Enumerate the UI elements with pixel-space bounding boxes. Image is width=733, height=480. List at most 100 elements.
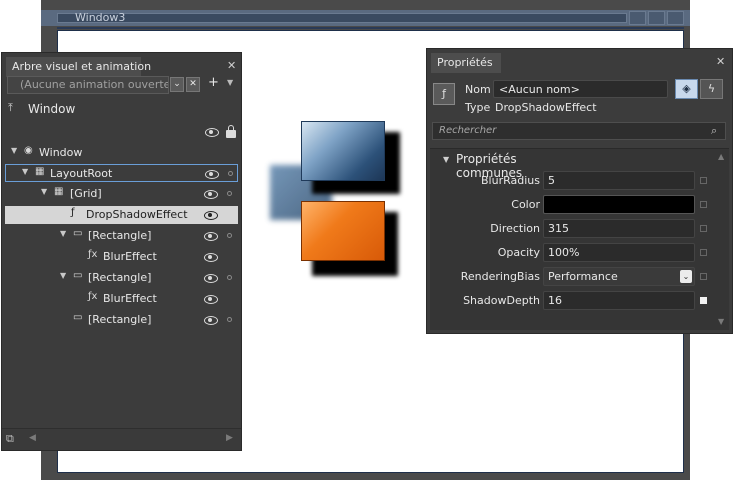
close-animation-button[interactable]: ✕ bbox=[186, 77, 200, 92]
element-type-icon: ƒ bbox=[433, 83, 455, 105]
advanced-options-marker[interactable] bbox=[700, 177, 707, 184]
expand-caret-icon[interactable]: ▼ bbox=[11, 146, 17, 155]
tree-row-blureffect[interactable]: ƒx BlurEffect bbox=[5, 290, 238, 308]
scope-up-icon[interactable]: ⤒ bbox=[8, 101, 13, 115]
properties-icon[interactable]: ◈ bbox=[675, 79, 698, 99]
advanced-options-marker[interactable] bbox=[700, 297, 707, 304]
eye-icon[interactable] bbox=[204, 253, 218, 262]
opacity-input[interactable]: 100% bbox=[543, 243, 695, 262]
property-label: ShadowDepth bbox=[463, 294, 540, 307]
expand-caret-icon[interactable]: ▼ bbox=[41, 187, 47, 196]
chevron-down-icon[interactable]: ▼ bbox=[227, 78, 233, 87]
lock-toggle[interactable] bbox=[227, 317, 232, 322]
advanced-options-marker[interactable] bbox=[700, 273, 707, 280]
grid-icon: ▦ bbox=[35, 166, 45, 177]
design-titlebar[interactable]: Window3 bbox=[41, 10, 690, 26]
expand-caret-icon[interactable]: ▼ bbox=[60, 229, 66, 238]
eye-icon[interactable] bbox=[204, 211, 218, 220]
advanced-options-marker[interactable] bbox=[700, 249, 707, 256]
layers-icon[interactable]: ⧉ bbox=[6, 432, 14, 446]
tree-row-dropshadoweffect[interactable]: ƒ DropShadowEffect bbox=[5, 206, 238, 224]
tree-row-layoutroot[interactable]: ▼ ▦ LayoutRoot bbox=[5, 164, 238, 182]
type-value: DropShadowEffect bbox=[495, 101, 597, 114]
tree-row-window[interactable]: ▼ ◉ Window bbox=[5, 144, 238, 162]
scroll-up-icon[interactable]: ▲ bbox=[718, 152, 724, 161]
name-label: Nom bbox=[465, 83, 491, 96]
tree-row-rectangle[interactable]: ▭ [Rectangle] bbox=[5, 311, 238, 329]
scroll-left-icon[interactable]: ◀ bbox=[29, 433, 36, 443]
panel-tab[interactable]: Arbre visuel et animation bbox=[6, 57, 151, 77]
search-input[interactable]: Rechercher bbox=[432, 122, 726, 140]
eye-icon[interactable] bbox=[204, 190, 218, 199]
scroll-down-icon[interactable]: ▼ bbox=[718, 317, 724, 326]
close-icon[interactable]: ✕ bbox=[716, 55, 725, 68]
tree-row-grid[interactable]: ▼ ▦ [Grid] bbox=[5, 185, 238, 203]
eye-icon[interactable] bbox=[204, 232, 218, 241]
name-input[interactable]: <Aucun nom> bbox=[493, 80, 668, 98]
eye-icon[interactable] bbox=[204, 295, 218, 304]
close-icon[interactable]: ✕ bbox=[227, 59, 236, 72]
animation-menu-button[interactable]: ⌄ bbox=[170, 77, 184, 92]
chevron-down-icon[interactable]: ⌄ bbox=[680, 270, 692, 283]
maximize-button[interactable] bbox=[648, 11, 665, 25]
add-icon[interactable]: + bbox=[208, 75, 219, 90]
lock-toggle[interactable] bbox=[227, 275, 232, 280]
lock-toggle[interactable] bbox=[228, 171, 233, 176]
renderingbias-value: Performance bbox=[548, 270, 618, 283]
design-window-title: Window3 bbox=[75, 11, 126, 24]
advanced-options-marker[interactable] bbox=[700, 225, 707, 232]
properties-list: ▼ Propriétés communes ▲ ▼ BlurRadius 5 C… bbox=[430, 148, 729, 330]
tree-footer: ⧉ ◀ ▶ bbox=[2, 428, 241, 450]
lock-toggle[interactable] bbox=[227, 233, 232, 238]
rectangle-icon: ▭ bbox=[73, 228, 83, 239]
color-swatch[interactable] bbox=[543, 195, 695, 214]
scroll-right-icon[interactable]: ▶ bbox=[226, 433, 233, 443]
orange-rectangle[interactable] bbox=[301, 201, 385, 261]
canvas-border bbox=[57, 27, 684, 29]
eye-icon[interactable] bbox=[204, 274, 218, 283]
property-row-renderingbias: RenderingBias Performance ⌄ bbox=[430, 266, 720, 287]
tree-row-blureffect[interactable]: ƒx BlurEffect bbox=[5, 248, 238, 266]
renderingbias-select[interactable]: Performance ⌄ bbox=[543, 267, 695, 286]
effect-icon: ƒx bbox=[88, 291, 98, 302]
tree-row-rectangle[interactable]: ▼ ▭ [Rectangle] bbox=[5, 227, 238, 245]
scope-label: Window bbox=[28, 102, 76, 116]
lock-icon[interactable] bbox=[226, 125, 236, 138]
advanced-options-marker[interactable] bbox=[700, 201, 707, 208]
property-label: Color bbox=[511, 198, 540, 211]
type-label: Type bbox=[465, 101, 491, 114]
expand-caret-icon[interactable]: ▼ bbox=[22, 167, 28, 176]
property-row-opacity: Opacity 100% bbox=[430, 242, 720, 263]
rectangle-icon: ▭ bbox=[73, 312, 83, 323]
property-row-direction: Direction 315 bbox=[430, 218, 720, 239]
tree-row-label: [Rectangle] bbox=[88, 229, 152, 242]
eye-icon[interactable] bbox=[204, 316, 218, 325]
effect-icon: ƒx bbox=[88, 249, 98, 260]
lock-toggle[interactable] bbox=[227, 191, 232, 196]
property-label: Opacity bbox=[497, 246, 540, 259]
properties-panel: Propriétés ✕ ƒ Nom <Aucun nom> Type Drop… bbox=[426, 48, 733, 334]
property-row-blurradius: BlurRadius 5 bbox=[430, 170, 720, 191]
direction-input[interactable]: 315 bbox=[543, 219, 695, 238]
blurradius-input[interactable]: 5 bbox=[543, 171, 695, 190]
animation-select[interactable]: (Aucune animation ouverte) bbox=[7, 76, 169, 94]
property-label: Direction bbox=[490, 222, 540, 235]
scope-row[interactable]: ⤒ Window bbox=[8, 101, 236, 119]
eye-icon[interactable] bbox=[205, 128, 219, 137]
expand-caret-icon[interactable]: ▼ bbox=[60, 271, 66, 280]
close-window-button[interactable] bbox=[667, 11, 684, 25]
expand-caret-icon[interactable]: ▼ bbox=[443, 155, 449, 164]
blue-rectangle[interactable] bbox=[301, 121, 385, 181]
title-strip bbox=[57, 13, 627, 23]
tree-row-rectangle[interactable]: ▼ ▭ [Rectangle] bbox=[5, 269, 238, 287]
eye-icon[interactable] bbox=[205, 170, 219, 179]
shadowdepth-input[interactable]: 16 bbox=[543, 291, 695, 310]
property-label: BlurRadius bbox=[481, 174, 540, 187]
effect-icon: ƒ bbox=[71, 207, 75, 218]
panel-tab[interactable]: Propriétés bbox=[431, 53, 501, 73]
events-icon[interactable]: ϟ bbox=[700, 79, 723, 99]
tree-header-icons bbox=[202, 125, 242, 139]
tree-row-label: BlurEffect bbox=[103, 292, 157, 305]
minimize-button[interactable] bbox=[629, 11, 646, 25]
search-icon[interactable]: ⌕ bbox=[711, 124, 717, 138]
